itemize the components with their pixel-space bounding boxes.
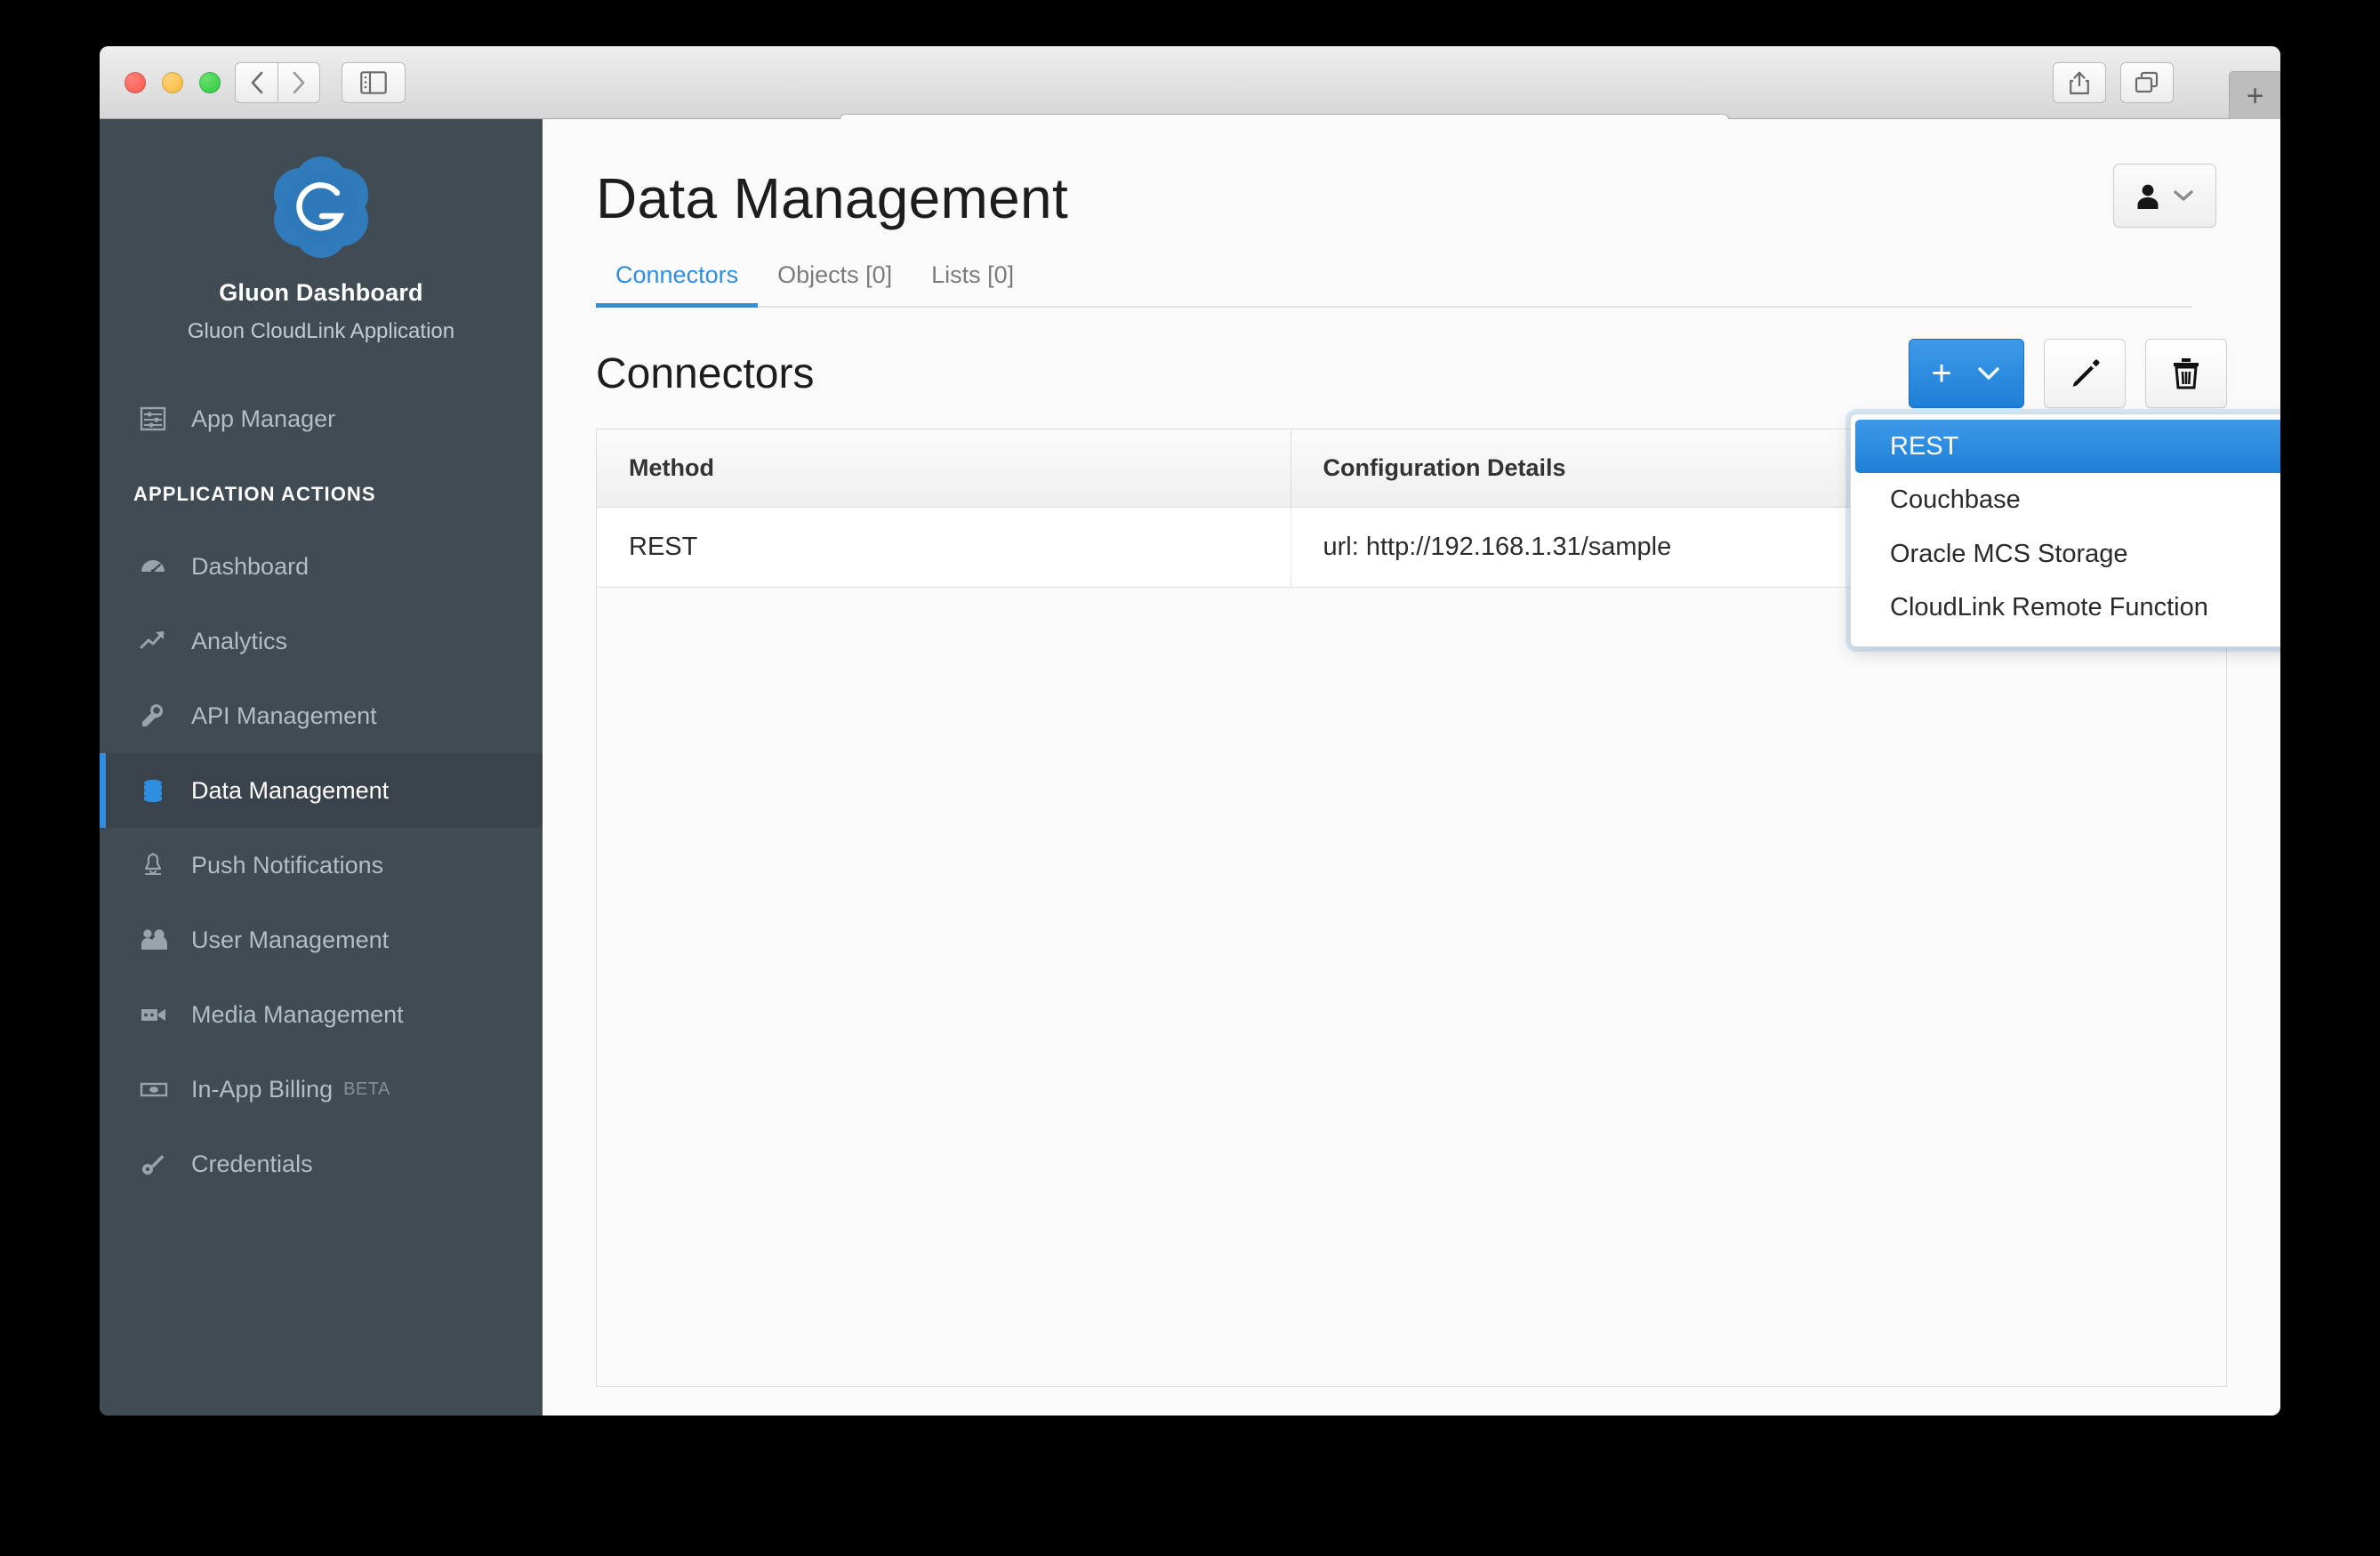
app-body: Gluon Dashboard Gluon CloudLink Applicat…	[100, 119, 2280, 1416]
sidebar-item-user-management[interactable]: User Management	[100, 902, 543, 977]
sidebar-toggle-icon	[360, 71, 387, 94]
new-tab-button[interactable]: +	[2229, 71, 2280, 119]
section-actions: + REST Couchbase Oracle MCS Storage Clou…	[1850, 339, 2280, 647]
gluon-logo-icon	[274, 156, 368, 258]
sidebar-item-push-notifications[interactable]: Push Notifications	[100, 828, 543, 902]
browser-window: gluon.io +	[100, 46, 2280, 1416]
gauge-icon	[140, 553, 179, 580]
window-controls	[125, 72, 221, 93]
brand-block: Gluon Dashboard Gluon CloudLink Applicat…	[100, 142, 543, 355]
dropdown-item-oracle-mcs-storage[interactable]: Oracle MCS Storage	[1851, 527, 2280, 581]
video-camera-icon	[140, 1001, 179, 1028]
sidebar-item-label: Media Management	[191, 1000, 404, 1028]
tab-connectors[interactable]: Connectors	[596, 261, 759, 308]
trash-icon	[2174, 358, 2199, 389]
page-title: Data Management	[596, 166, 1069, 230]
sidebar-item-dashboard[interactable]: Dashboard	[100, 529, 543, 604]
sidebar-toggle-button[interactable]	[342, 62, 406, 103]
sidebar-item-data-management[interactable]: Data Management	[100, 753, 543, 828]
connector-type-dropdown: REST Couchbase Oracle MCS Storage CloudL…	[1850, 413, 2280, 647]
user-icon	[2137, 184, 2159, 209]
new-tab-label: +	[2246, 78, 2264, 113]
sidebar-section-label: APPLICATION ACTIONS	[133, 483, 376, 505]
chevron-right-icon	[293, 71, 305, 94]
sidebar-item-app-manager[interactable]: App Manager	[100, 381, 543, 456]
edit-connector-button[interactable]	[2044, 339, 2126, 408]
share-button[interactable]	[2053, 62, 2106, 103]
sidebar-item-label: App Manager	[191, 405, 336, 432]
browser-titlebar: gluon.io +	[100, 46, 2280, 153]
brand-title: Gluon Dashboard	[219, 279, 423, 306]
plus-icon: +	[1931, 354, 1952, 393]
forward-button[interactable]	[277, 62, 320, 103]
sidebar-item-label: Push Notifications	[191, 851, 384, 878]
sidebar-top-nav: App Manager	[100, 381, 543, 456]
key-icon	[140, 1151, 179, 1177]
sidebar-item-media-management[interactable]: Media Management	[100, 977, 543, 1052]
content-tabs: Connectors Objects [0] Lists [0]	[596, 261, 2191, 308]
sidebar-item-analytics[interactable]: Analytics	[100, 604, 543, 678]
users-icon	[140, 926, 179, 953]
tab-lists[interactable]: Lists [0]	[912, 261, 1033, 308]
app-sidebar: Gluon Dashboard Gluon CloudLink Applicat…	[100, 119, 543, 1416]
sidebar-item-label: User Management	[191, 926, 390, 953]
sidebar-item-label: Credentials	[191, 1150, 313, 1177]
sidebar-item-label: API Management	[191, 702, 377, 729]
sidebar-item-in-app-billing[interactable]: In-App Billing BETA	[100, 1052, 543, 1127]
show-tabs-icon	[2135, 71, 2159, 93]
chevron-down-icon	[1977, 367, 1999, 380]
column-header-method[interactable]: Method	[597, 429, 1291, 508]
trend-up-icon	[140, 628, 179, 654]
dropdown-item-cloudlink-remote-function[interactable]: CloudLink Remote Function	[1851, 581, 2280, 634]
beta-badge: BETA	[343, 1079, 390, 1099]
chevron-down-icon	[2174, 190, 2193, 201]
brand-subtitle: Gluon CloudLink Application	[187, 319, 455, 343]
delete-connector-button[interactable]	[2145, 339, 2227, 408]
sidebar-item-credentials[interactable]: Credentials	[100, 1127, 543, 1201]
sidebar-item-label: Dashboard	[191, 552, 310, 580]
minimize-window-button[interactable]	[162, 72, 183, 93]
gluon-logo	[263, 149, 379, 265]
main-content: Data Management Connectors Objects [0] L…	[543, 119, 2280, 1416]
dropdown-item-rest[interactable]: REST	[1855, 420, 2280, 474]
show-tabs-button[interactable]	[2120, 62, 2174, 103]
database-icon	[140, 777, 179, 804]
dropdown-item-couchbase[interactable]: Couchbase	[1851, 473, 2280, 526]
section-header: Connectors + REST Couchbase Oracle MCS S…	[596, 331, 2280, 647]
back-button[interactable]	[235, 62, 277, 103]
pencil-icon	[2072, 359, 2100, 387]
app-manager-icon	[140, 405, 179, 432]
money-bill-icon	[140, 1076, 179, 1103]
cell-method: REST	[597, 507, 1291, 588]
sidebar-item-label: Data Management	[191, 776, 390, 804]
account-menu-button[interactable]	[2113, 164, 2216, 228]
section-title: Connectors	[596, 349, 815, 397]
sidebar-item-api-management[interactable]: API Management	[100, 678, 543, 753]
sidebar-item-label: Analytics	[191, 627, 288, 654]
sidebar-nav: Dashboard Analytics API Management Data …	[100, 529, 543, 1201]
maximize-window-button[interactable]	[199, 72, 221, 93]
share-icon	[2070, 71, 2089, 95]
wrench-icon	[140, 702, 179, 729]
bell-icon	[140, 852, 179, 878]
add-connector-button[interactable]: +	[1909, 339, 2024, 408]
close-window-button[interactable]	[125, 72, 146, 93]
sidebar-item-label: In-App Billing	[191, 1075, 334, 1103]
chevron-left-icon	[251, 71, 262, 94]
tab-objects[interactable]: Objects [0]	[758, 261, 912, 308]
